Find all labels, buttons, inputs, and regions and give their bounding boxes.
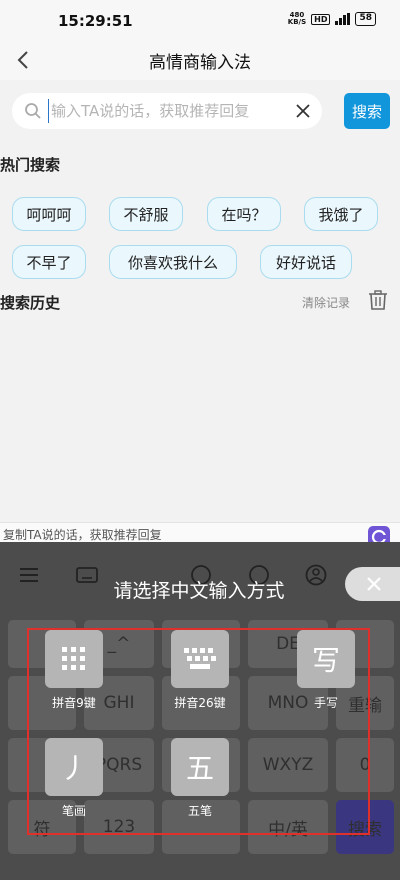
signal-icon — [335, 13, 351, 25]
net-speed: 480 KB/S — [287, 11, 307, 26]
hot-chip[interactable]: 不早了 — [12, 245, 86, 279]
stroke-icon: 丿 — [45, 738, 103, 796]
battery-icon: 58 — [355, 12, 376, 26]
keyboard-26-icon — [171, 630, 229, 688]
method-handwriting[interactable]: 写 手写 — [286, 630, 366, 711]
keypad-9-icon — [45, 630, 103, 688]
search-box — [12, 93, 322, 129]
header: 高情商输入法 — [0, 40, 400, 80]
method-stroke[interactable]: 丿 笔画 — [34, 738, 114, 819]
method-pinyin-26[interactable]: 拼音26键 — [160, 630, 240, 711]
clear-history-button[interactable]: 清除记录 — [302, 294, 350, 311]
hot-chip[interactable]: 好好说话 — [260, 245, 352, 279]
handwriting-icon: 写 — [297, 630, 355, 688]
hot-chip[interactable]: 我饿了 — [304, 197, 378, 231]
hd-badge: HD — [311, 13, 331, 25]
search-button[interactable]: 搜索 — [344, 93, 390, 129]
clipboard-hint-bar: 复制TA说的话，获取推荐回复 — [0, 522, 400, 542]
clear-icon[interactable] — [294, 102, 312, 120]
method-label: 五笔 — [187, 804, 212, 818]
trash-icon[interactable] — [367, 289, 389, 311]
status-icons: 480 KB/S HD 58 — [288, 12, 376, 26]
hot-chip[interactable]: 呵呵呵 — [12, 197, 86, 231]
method-label: 手写 — [313, 696, 338, 710]
input-method-title: 请选择中文输入方式 — [113, 580, 285, 602]
method-pinyin-9[interactable]: 拼音9键 — [34, 630, 114, 711]
hot-chip[interactable]: 在吗？ — [207, 197, 281, 231]
hot-search-title: 热门搜索 — [0, 156, 61, 174]
hot-chip[interactable]: 不舒服 — [109, 197, 183, 231]
status-time: 15:29:51 — [58, 12, 133, 30]
wubi-icon: 五 — [171, 738, 229, 796]
method-wubi[interactable]: 五 五笔 — [160, 738, 240, 819]
clipboard-hint-text[interactable]: 复制TA说的话，获取推荐回复 — [3, 526, 162, 543]
history-title: 搜索历史 — [0, 294, 61, 312]
method-label: 笔画 — [61, 804, 86, 818]
search-icon — [25, 103, 41, 119]
method-label: 拼音26键 — [174, 696, 226, 710]
hot-chip[interactable]: 你喜欢我什么 — [109, 245, 237, 279]
status-bar: 15:29:51 480 KB/S HD 58 — [0, 0, 400, 40]
search-input[interactable] — [48, 99, 288, 123]
page-title: 高情商输入法 — [149, 53, 251, 73]
method-label: 拼音9键 — [52, 696, 96, 710]
close-icon[interactable] — [366, 576, 382, 592]
